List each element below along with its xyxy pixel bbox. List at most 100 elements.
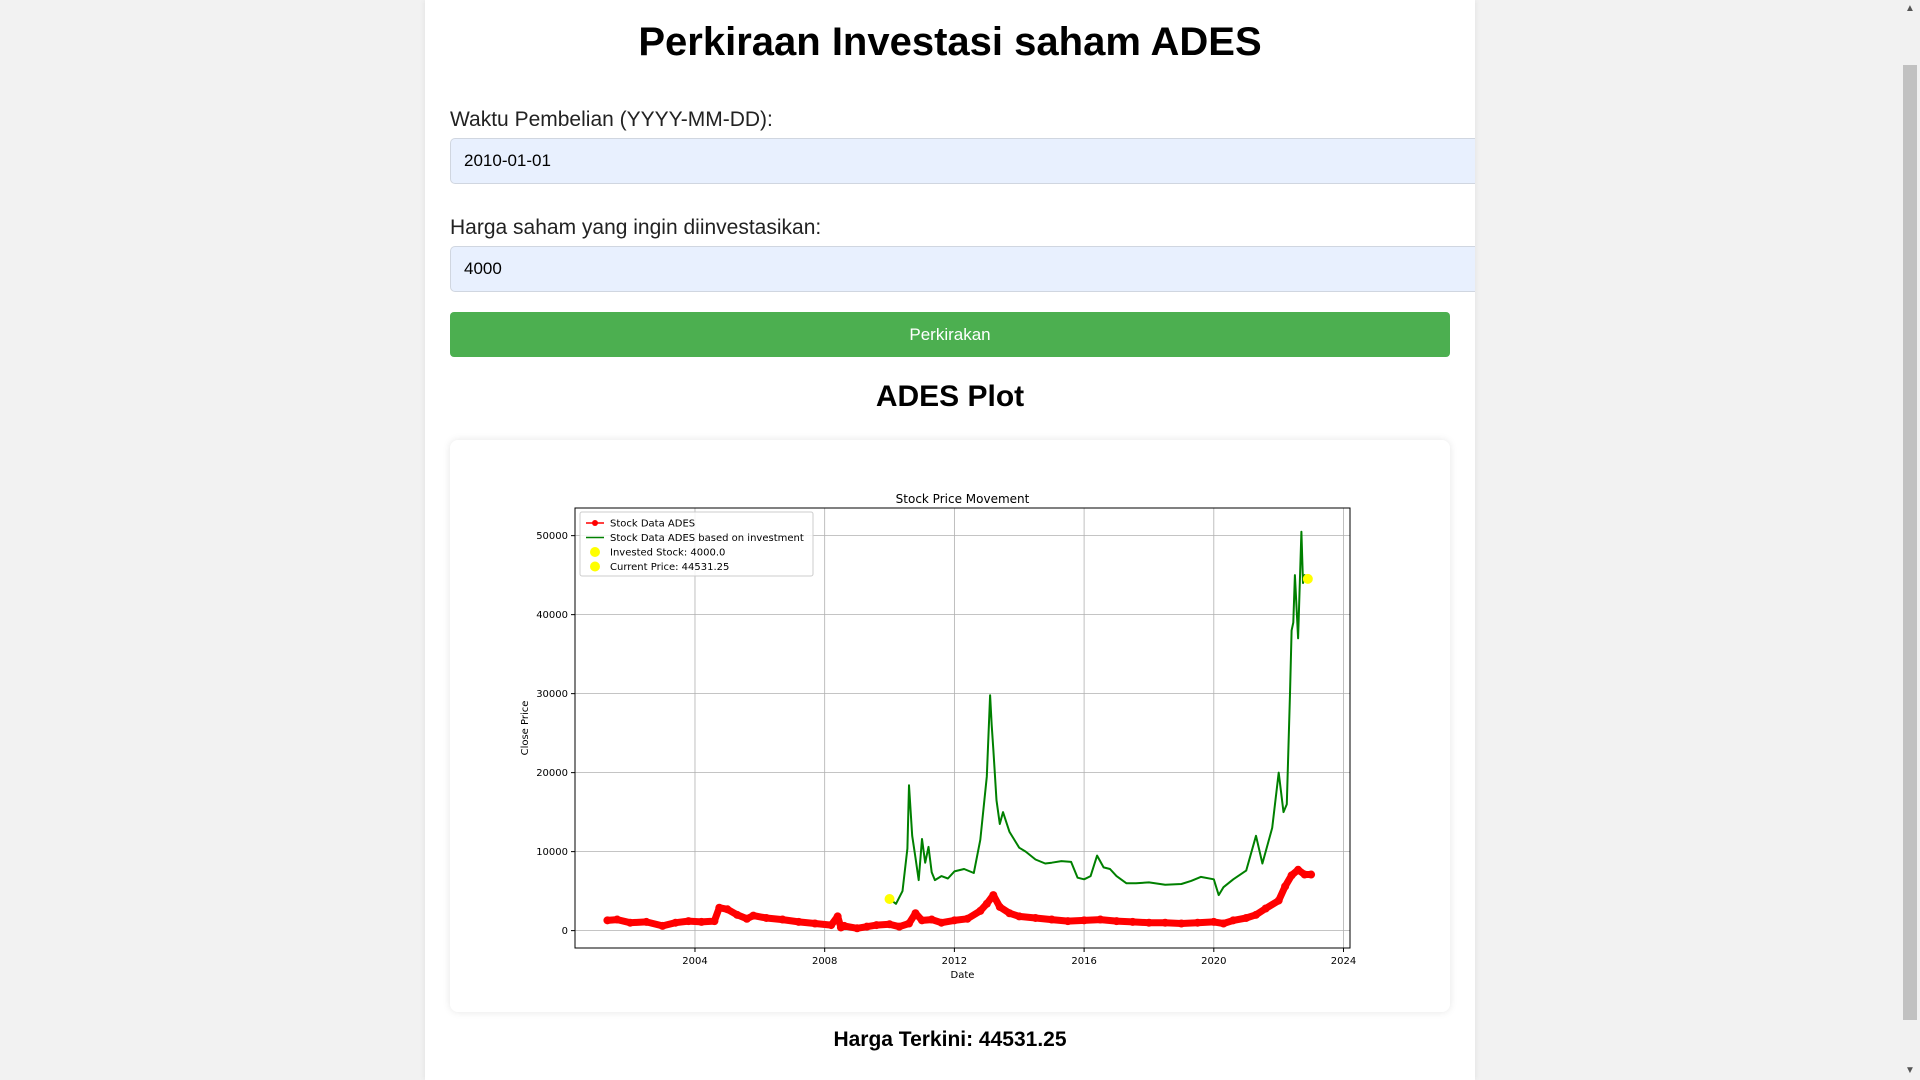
stock-point [1161,918,1170,927]
chart-title: Stock Price Movement [896,492,1030,506]
stock-point [1261,904,1270,913]
purchase-date-label: Waktu Pembelian (YYYY-MM-DD): [450,108,773,131]
x-tick-label: 2008 [812,956,837,967]
stock-point [1063,917,1072,926]
x-tick-label: 2004 [682,956,707,967]
y-tick-label: 30000 [536,689,568,700]
stock-point [749,911,758,920]
stock-point [917,916,926,925]
current-price-result: Harga Terkini: 44531.25 [833,1028,1067,1051]
page-title: Perkiraan Investasi saham ADES [638,20,1262,64]
stock-point [872,921,881,930]
stock-point [697,917,706,926]
stock-point [995,902,1004,911]
stock-point [684,917,693,926]
y-axis-label: Close Price [520,701,531,756]
stock-point [1144,918,1153,927]
stock-point [762,913,771,922]
stock-point [794,917,803,926]
stock-point [937,918,946,927]
stock-point [1251,910,1260,919]
plot-card: 2004 2008 2012 2016 2020 2024 0 10000 20000 30000… [450,440,1450,1012]
stock-point [733,910,742,919]
scrollbar-thumb[interactable] [1903,65,1917,1020]
legend-point-marker [590,547,600,557]
stock-point [840,921,849,930]
stock-point [989,891,998,900]
stock-point [658,921,667,930]
x-tick-label: 2020 [1201,956,1226,967]
stock-point [810,919,819,928]
stock-point [1128,917,1137,926]
stock-point [1209,917,1218,926]
stock-point [927,915,936,924]
stock-point [1281,882,1290,891]
stock-point [1219,919,1228,928]
scroll-up-icon[interactable]: ▲ [1900,0,1920,18]
forecast-button[interactable]: Perkirakan [450,312,1450,357]
stock-point [895,922,904,931]
stock-point [1229,916,1238,925]
plot-section-title: ADES Plot [875,380,1025,413]
y-tick-label: 40000 [536,610,568,621]
legend-label: Stock Data ADES [610,519,695,530]
legend-stock-marker [592,520,598,526]
y-tick-label: 20000 [536,768,568,779]
stock-point [885,920,894,929]
stock-point [950,916,959,925]
stock-point [1031,913,1040,922]
vertical-scrollbar[interactable]: ▲ ▼ [1900,0,1920,1080]
stock-point [1177,919,1186,928]
current-price-point [1302,573,1313,584]
legend-label: Stock Data ADES based on investment [610,533,804,544]
investment-amount-input[interactable] [450,246,1475,292]
stock-point [1047,915,1056,924]
stock-point [833,912,842,921]
stock-point [671,918,680,927]
stock-point [1080,916,1089,925]
stock-point [1096,915,1105,924]
invested-stock-point [884,894,895,905]
main-container: Perkiraan Investasi saham ADES Waktu Pem… [425,0,1475,1080]
stock-point [603,916,612,925]
stock-point [976,906,985,915]
x-tick-label: 2024 [1331,956,1356,967]
stock-point [911,909,920,918]
scroll-down-icon[interactable]: ▼ [1900,1062,1920,1080]
y-tick-label: 50000 [536,531,568,542]
stock-point [1005,909,1014,918]
stock-chart: 2004 2008 2012 2016 2020 2024 0 10000 20000 30000… [520,492,1356,981]
stock-point [1287,871,1296,880]
y-tick-label: 10000 [536,847,568,858]
stock-point [1294,865,1303,874]
stock-point [1193,918,1202,927]
legend-label: Current Price: 44531.25 [610,562,729,573]
x-axis-label: Date [951,970,975,981]
purchase-date-input[interactable] [450,138,1475,184]
stock-point [715,903,724,912]
legend-label: Invested Stock: 4000.0 [610,548,725,559]
stock-point [778,915,787,924]
stock-point [904,919,913,928]
stock-point [1242,913,1251,922]
x-tick-label: 2016 [1071,956,1096,967]
stock-point [642,917,651,926]
legend-point-marker [590,561,600,572]
investment-amount-label: Harga saham yang ingin diinvestasikan: [450,216,822,239]
stock-point [963,914,972,923]
stock-point [853,924,862,933]
stock-point [1274,896,1283,905]
y-tick-label: 0 [562,926,568,937]
x-tick-label: 2012 [942,956,967,967]
stock-point [723,905,732,914]
stock-point [613,915,622,924]
stock-point [862,922,871,931]
stock-point [982,899,991,908]
stock-point [827,921,836,930]
stock-point [1112,917,1121,926]
stock-point [626,918,635,927]
stock-point [1015,912,1024,921]
stock-point [710,917,719,926]
stock-point [1307,870,1316,879]
series-investment-line [888,530,1309,905]
